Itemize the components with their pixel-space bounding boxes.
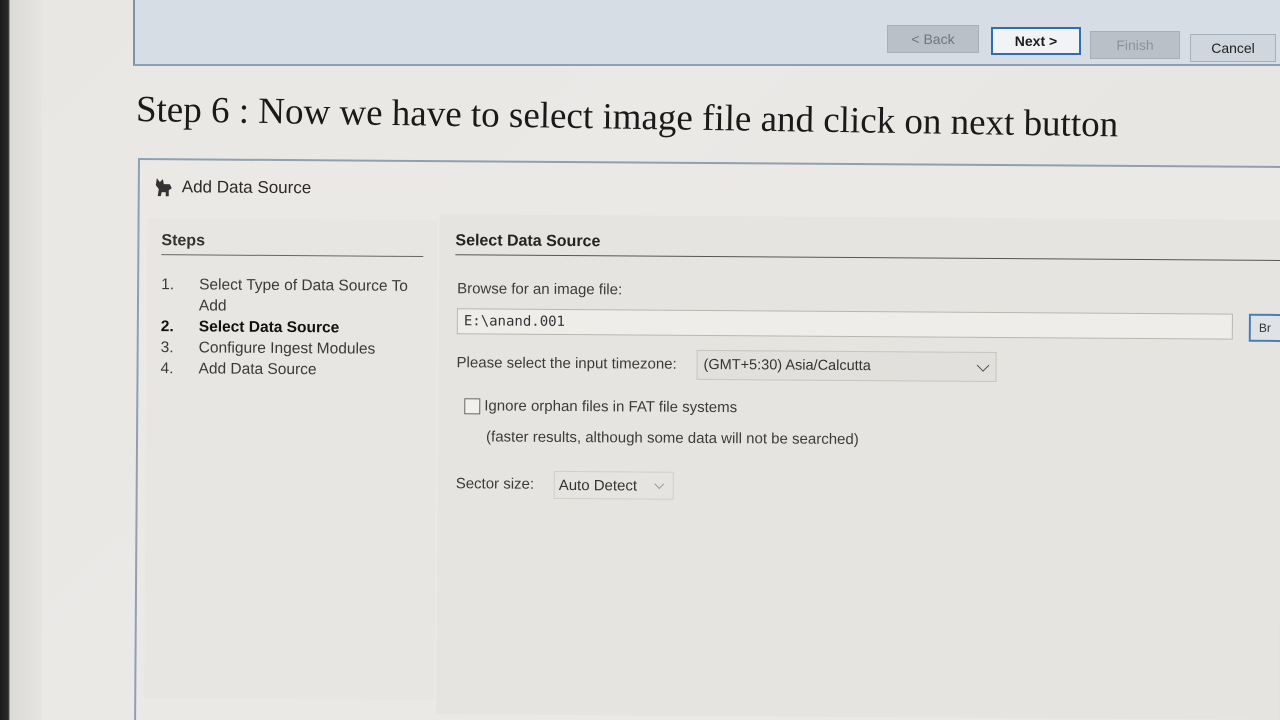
step-item: 3. Configure Ingest Modules xyxy=(161,337,431,360)
image-path-value: E:\anand.001 xyxy=(463,313,566,330)
step-number: 3. xyxy=(160,339,174,357)
step-heading: Step 6 : Now we have to select image fil… xyxy=(135,89,1119,146)
dialog-title: Add Data Source xyxy=(181,177,312,198)
step-label: Select Data Source xyxy=(198,318,340,337)
step-label: Select Type of Data Source To Add xyxy=(198,276,408,315)
photo-of-monitor: < Back Next > Finish Cancel Step 6 : Now… xyxy=(0,0,1280,720)
timezone-select[interactable]: (GMT+5:30) Asia/Calcutta xyxy=(696,349,997,382)
monitor-bezel xyxy=(0,0,42,720)
next-button[interactable]: Next > xyxy=(991,27,1081,55)
chevron-down-icon xyxy=(976,359,990,372)
image-path-input[interactable]: E:\anand.001 xyxy=(456,308,1233,340)
step-label: Add Data Source xyxy=(198,360,317,379)
step-item: 4. Add Data Source xyxy=(160,358,430,381)
select-data-source-panel: Select Data Source Browse for an image f… xyxy=(436,214,1280,720)
step-number: 1. xyxy=(161,276,175,294)
ignore-orphan-label[interactable]: Ignore orphan files in FAT file systems xyxy=(484,397,737,416)
steps-panel: Steps 1. Select Type of Data Source To A… xyxy=(144,218,438,701)
previous-wizard-footer: < Back Next > Finish Cancel xyxy=(133,0,1280,66)
browse-label: Browse for an image file: xyxy=(457,280,623,299)
back-button[interactable]: < Back xyxy=(887,25,979,53)
sector-size-value: Auto Detect xyxy=(558,476,638,494)
finish-button[interactable]: Finish xyxy=(1090,31,1180,59)
ignore-orphan-note: (faster results, although some data will… xyxy=(486,428,859,449)
dialog-title-bar: Add Data Source xyxy=(154,176,312,199)
timezone-label: Please select the input timezone: xyxy=(456,354,677,373)
step-number: 4. xyxy=(160,360,174,378)
ignore-orphan-checkbox[interactable] xyxy=(464,398,481,415)
step-number: 2. xyxy=(160,318,174,336)
steps-header: Steps xyxy=(161,232,424,257)
timezone-value: (GMT+5:30) Asia/Calcutta xyxy=(703,356,871,375)
panel-header: Select Data Source xyxy=(455,232,1280,262)
sector-size-select[interactable]: Auto Detect xyxy=(553,470,674,500)
add-data-source-dialog: Add Data Source Steps 1. Select Type of … xyxy=(134,158,1280,720)
steps-list: 1. Select Type of Data Source To Add 2. … xyxy=(160,274,431,381)
chevron-down-icon xyxy=(654,479,665,490)
sector-size-label: Sector size: xyxy=(455,475,535,493)
autopsy-dog-icon xyxy=(154,176,174,198)
step-item: 1. Select Type of Data Source To Add xyxy=(161,274,431,318)
browse-button[interactable]: Br xyxy=(1248,313,1280,343)
step-item-current: 2. Select Data Source xyxy=(161,316,431,339)
step-label: Configure Ingest Modules xyxy=(198,339,376,358)
cancel-button[interactable]: Cancel xyxy=(1190,34,1276,62)
